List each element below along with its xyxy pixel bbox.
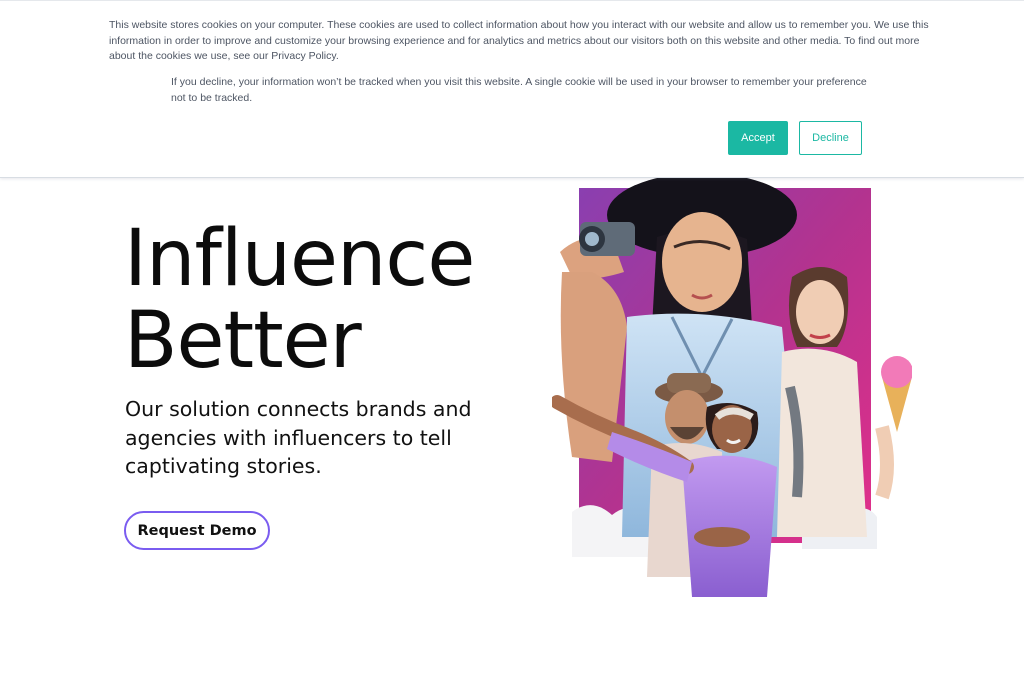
accept-cookies-button[interactable]: Accept xyxy=(728,121,788,155)
hero-title-line-2: Better xyxy=(124,296,362,386)
hero-title: Influence Better xyxy=(124,214,475,386)
cookie-decline-notice-text: If you decline, your information won’t b… xyxy=(171,76,867,104)
cookie-banner: This website stores cookies on your comp… xyxy=(0,0,1024,178)
decline-cookies-button[interactable]: Decline xyxy=(799,121,862,155)
request-demo-button[interactable]: Request Demo xyxy=(124,511,270,550)
hero-subtitle: Our solution connects brands and agencie… xyxy=(125,397,472,478)
hero-title-line-1: Influence xyxy=(124,214,475,304)
influencer-collage-image xyxy=(550,173,913,599)
cookie-notice-text: This website stores cookies on your comp… xyxy=(109,19,929,62)
